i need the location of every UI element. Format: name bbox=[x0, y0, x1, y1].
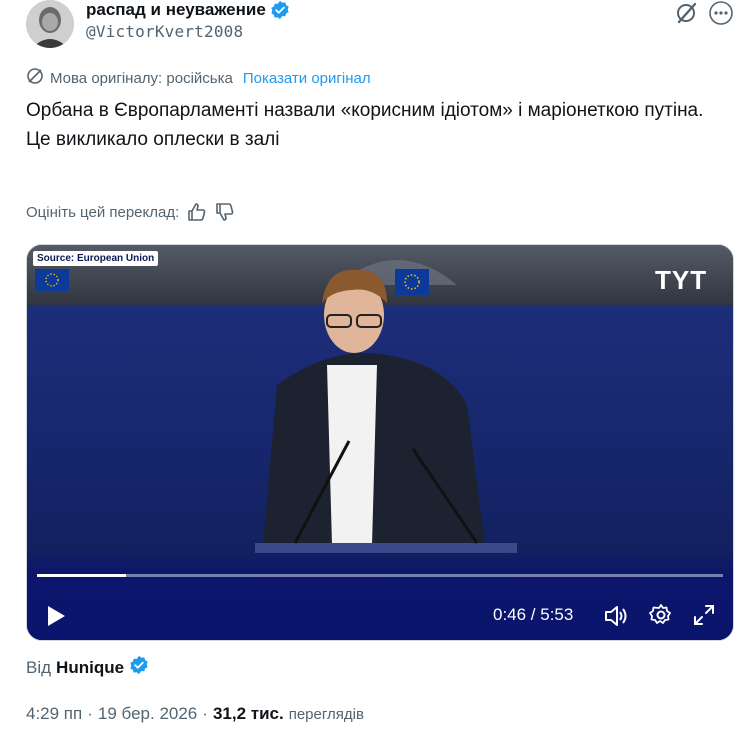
verified-badge-icon bbox=[129, 655, 149, 680]
volume-icon[interactable] bbox=[603, 603, 629, 629]
video-source-tag: Source: European Union bbox=[33, 251, 159, 266]
thumbs-down-icon[interactable] bbox=[215, 202, 235, 222]
attribution-prefix: Від bbox=[26, 657, 52, 677]
grok-icon[interactable] bbox=[674, 0, 700, 26]
settings-gear-icon[interactable] bbox=[649, 603, 673, 627]
meta-separator: · bbox=[202, 704, 208, 723]
tweet-text-line: Орбана в Європарламенті назвали «корисни… bbox=[26, 100, 704, 121]
show-original-link[interactable]: Показати оригінал bbox=[243, 70, 371, 87]
video-player[interactable]: Source: European Union TYT 0:46 / 5:53 bbox=[26, 244, 734, 641]
attribution-author-link[interactable]: Hunique bbox=[56, 658, 124, 678]
video-progress-bar[interactable] bbox=[37, 574, 723, 577]
display-name[interactable]: распад и неуважение bbox=[86, 0, 290, 20]
video-progress-fill bbox=[37, 574, 127, 577]
verified-badge-icon bbox=[270, 0, 290, 20]
tweet-time-link[interactable]: 4:29 пп bbox=[26, 704, 82, 724]
meta-separator: · bbox=[87, 704, 93, 723]
fullscreen-icon[interactable] bbox=[693, 604, 715, 626]
views-count[interactable]: 31,2 тис. bbox=[213, 704, 284, 724]
tweet-date-link[interactable]: 19 бер. 2026 bbox=[98, 704, 197, 724]
rate-translation-label: Оцініть цей переклад: bbox=[26, 203, 180, 221]
views-label: переглядів bbox=[288, 705, 364, 723]
tweet-text-line: Це викликало оплески в залі bbox=[26, 129, 280, 150]
thumbs-up-icon[interactable] bbox=[187, 202, 207, 222]
user-handle[interactable]: @VictorKvert2008 bbox=[86, 22, 243, 41]
rate-translation: Оцініть цей переклад: bbox=[26, 202, 235, 222]
channel-logo: TYT bbox=[655, 265, 708, 295]
play-icon[interactable] bbox=[45, 605, 67, 627]
translate-icon bbox=[26, 67, 44, 89]
avatar[interactable] bbox=[26, 0, 74, 48]
tweet-meta: 4:29 пп · 19 бер. 2026 · 31,2 тис. перег… bbox=[26, 704, 364, 724]
tweet-text: Орбана в Європарламенті назвали «корисни… bbox=[26, 96, 726, 154]
video-attribution: Від Hunique bbox=[26, 655, 149, 680]
original-language-label: Мова оригіналу: російська bbox=[50, 69, 233, 87]
translation-notice: Мова оригіналу: російська Показати оригі… bbox=[26, 67, 371, 89]
tweet-header: распад и неуважение @VictorKvert2008 bbox=[26, 0, 733, 48]
display-name-text[interactable]: распад и неуважение bbox=[86, 0, 266, 20]
more-options-icon[interactable] bbox=[708, 0, 734, 26]
video-time: 0:46 / 5:53 bbox=[493, 605, 574, 624]
